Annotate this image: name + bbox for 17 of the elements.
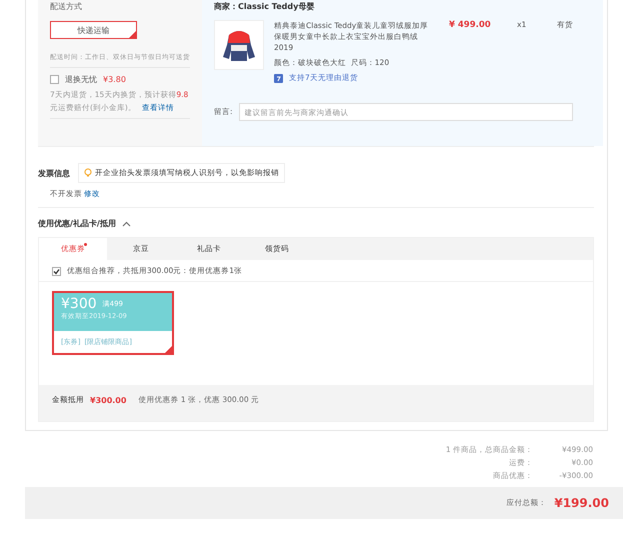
section-label: 配送方式 <box>50 1 83 13</box>
combo-checkbox[interactable] <box>52 266 61 276</box>
seller-name: 商家：Classic Teddy母婴 <box>214 1 316 12</box>
insurance-label: 退换无忧 <box>65 74 97 85</box>
coupon-amount: ¥300 <box>61 296 97 312</box>
insurance-price: ¥3.80 <box>103 75 126 84</box>
amount-due: ¥199.00 <box>554 496 609 510</box>
insurance-checkbox[interactable] <box>50 75 59 84</box>
invoice-title: 发票信息 <box>38 168 70 178</box>
lightbulb-icon <box>84 168 92 178</box>
service-badge-icon <box>274 74 283 82</box>
jacket-image <box>214 20 264 70</box>
shipping-method-button[interactable]: 快递运输 <box>50 21 137 39</box>
product-price: ¥ 499.00 <box>449 20 492 32</box>
total-amount: ¥300.00 <box>90 396 126 404</box>
discount-title: 使用优惠/礼品卡/抵用 <box>38 218 116 229</box>
collapse-chevron-icon[interactable] <box>122 220 131 226</box>
